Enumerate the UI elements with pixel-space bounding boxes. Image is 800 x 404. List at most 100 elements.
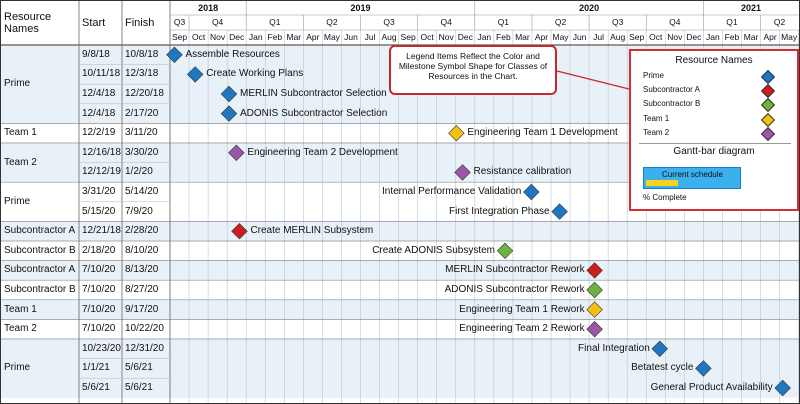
finish-date: 2/17/20: [125, 107, 159, 119]
start-date: 7/10/20: [82, 284, 116, 295]
quarter-label: Q3: [611, 17, 624, 27]
quarter-label: Q2: [773, 17, 786, 27]
month-label: Dec: [229, 32, 245, 42]
month-label: Jan: [477, 32, 492, 42]
quarter-label: Q3: [173, 17, 186, 27]
header-start: Start: [82, 17, 106, 29]
start-date: 3/31/20: [82, 186, 116, 197]
month-label: Jan: [706, 32, 720, 42]
milestone-label: Engineering Team 2 Rework: [459, 323, 585, 335]
finish-date: 1/2/20: [125, 166, 153, 178]
month-label: Feb: [724, 32, 740, 42]
start-date: 5/15/20: [82, 205, 116, 217]
month-label: Jan: [248, 32, 263, 42]
legend-item-label: Team 2: [643, 127, 670, 137]
milestone-label: General Product Availability: [650, 382, 773, 393]
month-label: Oct: [420, 32, 434, 42]
legend-title: Resource Names: [675, 55, 753, 66]
month-label: Sep: [629, 32, 645, 42]
month-label: Sep: [171, 32, 188, 42]
milestone-label: Engineering Team 2 Development: [247, 146, 398, 158]
month-label: Mar: [286, 32, 302, 42]
quarter-label: Q4: [440, 17, 452, 27]
legend-diamond-icon: [760, 112, 776, 127]
milestone-label: MERLIN Subcontractor Rework: [445, 264, 585, 276]
milestone-marker[interactable]: [551, 203, 568, 220]
quarter-label: Q2: [326, 17, 338, 27]
month-label: Feb: [496, 32, 511, 42]
finish-date: 3/11/20: [125, 127, 158, 139]
legend-callout: Legend Items Reflect the Color and Miles…: [389, 45, 557, 95]
resource-name: Team 1: [4, 127, 37, 139]
milestone-label: First Integration Phase: [448, 205, 550, 217]
month-label: May: [781, 32, 798, 42]
month-label: Sep: [400, 32, 416, 42]
milestone-label: Assemble Resources: [185, 48, 280, 60]
legend-diamond-icon: [760, 84, 776, 99]
start-date: 12/4/18: [82, 88, 116, 99]
start-date: 9/8/18: [82, 48, 110, 60]
start-date: 2/18/20: [82, 244, 116, 256]
start-date: 10/11/18: [82, 68, 121, 80]
finish-date: 9/17/20: [125, 303, 159, 315]
finish-date: 3/30/20: [125, 146, 159, 158]
milestone-label: Internal Performance Validation: [381, 186, 522, 197]
milestone-label: Engineering Team 1 Rework: [459, 303, 585, 315]
quarter-label: Q4: [211, 17, 224, 27]
finish-date: 8/13/20: [125, 264, 159, 276]
start-date: 7/10/20: [82, 323, 116, 335]
year-label: 2018: [198, 3, 219, 13]
milestone-label: Resistance calibration: [473, 166, 572, 178]
milestone-marker[interactable]: [448, 124, 465, 142]
milestone-marker[interactable]: [523, 183, 540, 201]
callout-text: Legend Items Reflect the Color and Miles…: [398, 51, 548, 81]
quarter-label: Q1: [497, 17, 510, 27]
finish-date: 2/28/20: [125, 225, 159, 237]
legend-box: Resource Names Prime Subcontractor A Subco…: [629, 49, 799, 211]
finish-date: 5/6/21: [125, 382, 153, 393]
month-label: Jul: [364, 32, 376, 42]
finish-date: 8/27/20: [125, 284, 159, 295]
finish-date: 5/14/20: [125, 186, 159, 197]
month-label: Aug: [610, 32, 626, 42]
year-label: 2020: [579, 3, 600, 13]
milestone-label: Create ADONIS Subsystem: [372, 244, 496, 256]
start-date: 1/1/21: [82, 362, 110, 374]
month-label: Nov: [438, 32, 454, 42]
legend-item-label: Subcontractor A: [643, 85, 700, 95]
month-label: Apr: [306, 32, 320, 42]
month-label: Mar: [515, 32, 530, 42]
start-date: 12/2/19: [82, 127, 116, 139]
month-label: Feb: [267, 32, 283, 42]
legend-item-label: Prime: [643, 71, 664, 80]
month-label: Nov: [667, 32, 683, 42]
milestone-marker[interactable]: [496, 242, 514, 260]
resource-name: Prime: [4, 362, 31, 374]
finish-date: 5/6/21: [125, 362, 153, 374]
quarter-label: Q4: [669, 17, 681, 27]
year-label: 2019: [350, 3, 371, 13]
milestone-label: Engineering Team 1 Development: [467, 127, 618, 139]
start-date: 12/16/18: [82, 146, 121, 158]
legend-item-label: Subcontractor B: [643, 99, 701, 109]
start-date: 12/4/18: [82, 107, 116, 119]
start-date: 7/10/20: [82, 303, 116, 315]
legend-item-label: Team 1: [643, 113, 670, 123]
start-date: 7/10/20: [82, 264, 116, 276]
month-label: May: [552, 32, 569, 42]
month-label: Nov: [210, 32, 226, 42]
resource-name: Team 2: [4, 156, 37, 168]
quarter-label: Q1: [726, 17, 738, 27]
month-label: Oct: [649, 32, 663, 42]
finish-date: 10/8/18: [125, 48, 159, 60]
month-label: May: [323, 32, 340, 42]
percent-complete-bar: [646, 180, 678, 186]
month-label: Aug: [381, 32, 397, 42]
year-label: 2021: [741, 3, 762, 13]
header-finish: Finish: [125, 17, 155, 29]
gantt-chart: Resource Names Start Finish Sep Oct Nov Dec…: [0, 0, 800, 404]
month-label: Dec: [686, 32, 702, 42]
quarter-label: Q1: [269, 17, 281, 27]
finish-date: 7/9/20: [125, 205, 153, 217]
start-date: 5/6/21: [82, 382, 110, 393]
